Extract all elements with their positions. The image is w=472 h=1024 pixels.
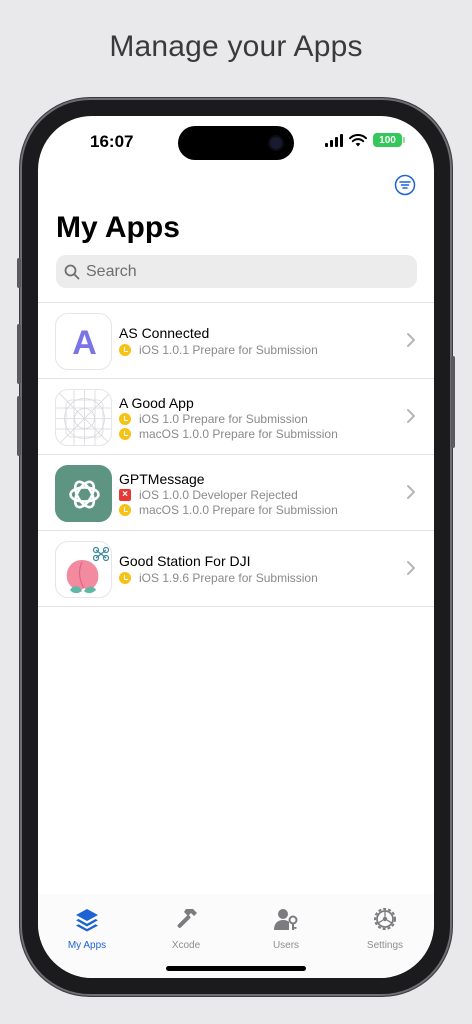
app-name: A Good App (119, 395, 194, 411)
status-line: macOS 1.0.0 Prepare for Submission (119, 503, 338, 517)
filter-icon[interactable] (394, 174, 416, 196)
tab-label: Xcode (171, 940, 201, 951)
tab-settings[interactable]: Settings (345, 906, 425, 951)
gear-icon (374, 908, 396, 930)
status-icons: 100 (325, 133, 405, 147)
search-placeholder: Search (86, 262, 137, 280)
phone-side-button (17, 258, 21, 288)
status-line: × iOS 1.0.0 Developer Rejected (119, 488, 298, 502)
tab-label: My Apps (67, 940, 107, 951)
chevron-right-icon (407, 561, 415, 575)
pending-status-icon (119, 413, 131, 425)
page-title: My Apps (56, 211, 180, 244)
phone-side-button (17, 324, 21, 384)
users-key-icon (274, 909, 298, 930)
chevron-right-icon (407, 409, 415, 423)
app-name: GPTMessage (119, 471, 205, 487)
tab-users[interactable]: Users (246, 906, 326, 951)
peach-drone-icon (55, 541, 112, 598)
pending-status-icon (119, 504, 131, 516)
status-line: iOS 1.0.1 Prepare for Submission (119, 343, 318, 357)
home-indicator (166, 966, 306, 971)
promo-headline: Manage your Apps (109, 30, 363, 63)
app-row-a-good-app[interactable]: A Good App iOS 1.0 Prepare for Submissio… (38, 379, 434, 455)
tab-xcode[interactable]: Xcode (146, 906, 226, 951)
status-line: iOS 1.9.6 Prepare for Submission (119, 571, 318, 585)
cellular-signal-icon (325, 133, 343, 147)
app-name: AS Connected (119, 325, 210, 341)
phone-side-button (17, 396, 21, 456)
pending-status-icon (119, 344, 131, 356)
tab-my-apps[interactable]: My Apps (47, 906, 127, 951)
app-row-good-station[interactable]: Good Station For DJI iOS 1.9.6 Prepare f… (38, 531, 434, 607)
tab-label: Users (272, 940, 300, 951)
chevron-right-icon (407, 485, 415, 499)
phone-screen: 16:07 100 My Apps Search A AS Connected … (38, 116, 434, 978)
chevron-right-icon (407, 333, 415, 347)
search-icon (64, 264, 80, 279)
pending-status-icon (119, 428, 131, 440)
wifi-icon (349, 133, 367, 146)
tab-label: Settings (366, 940, 404, 951)
openai-knot-icon (55, 465, 112, 522)
dynamic-island (178, 126, 294, 160)
svg-text:A: A (72, 324, 97, 362)
status-time: 16:07 (90, 132, 134, 151)
battery-indicator: 100 (373, 133, 405, 147)
phone-side-button (451, 356, 455, 448)
pending-status-icon (119, 572, 131, 584)
app-row-as-connected[interactable]: A AS Connected iOS 1.0.1 Prepare for Sub… (38, 303, 434, 379)
hammer-icon (177, 909, 197, 928)
search-bar[interactable]: Search (56, 255, 417, 288)
stack-layers-icon (76, 909, 98, 932)
status-line: iOS 1.0 Prepare for Submission (119, 412, 308, 426)
app-list: A AS Connected iOS 1.0.1 Prepare for Sub… (38, 302, 434, 607)
letter-a-icon: A (55, 313, 112, 370)
status-line: macOS 1.0.0 Prepare for Submission (119, 427, 338, 441)
app-row-gptmessage[interactable]: GPTMessage × iOS 1.0.0 Developer Rejecte… (38, 455, 434, 531)
app-name: Good Station For DJI (119, 553, 251, 569)
app-template-grid-icon (55, 389, 112, 446)
rejected-status-icon: × (119, 489, 131, 501)
